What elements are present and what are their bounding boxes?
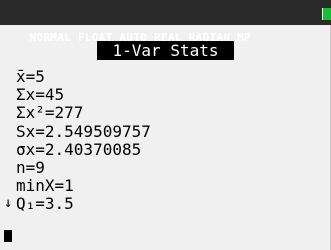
calculator-screen: NORMAL FLOAT AUTO REAL RADIAN MP 1-Var S… [0,0,331,250]
stat-min-x: minX=1 [16,176,74,195]
text-cursor [4,230,12,242]
stat-population-std-dev: σx=2.40370085 [16,140,142,159]
battery-icon [322,8,331,20]
stat-q1: Q₁=3.5 [16,194,74,213]
stats-title: 1-Var Stats [97,41,234,60]
status-bar: NORMAL FLOAT AUTO REAL RADIAN MP [0,0,331,44]
stat-sample-std-dev: Sx=2.549509757 [16,122,151,141]
stat-mean: x̄=5 [16,67,45,86]
scroll-down-arrow-icon: ↓ [4,195,13,211]
stat-sum-x: Σx=45 [16,85,65,104]
stat-count: n=9 [16,158,45,177]
stat-sum-x-squared: Σx²=277 [16,103,84,122]
